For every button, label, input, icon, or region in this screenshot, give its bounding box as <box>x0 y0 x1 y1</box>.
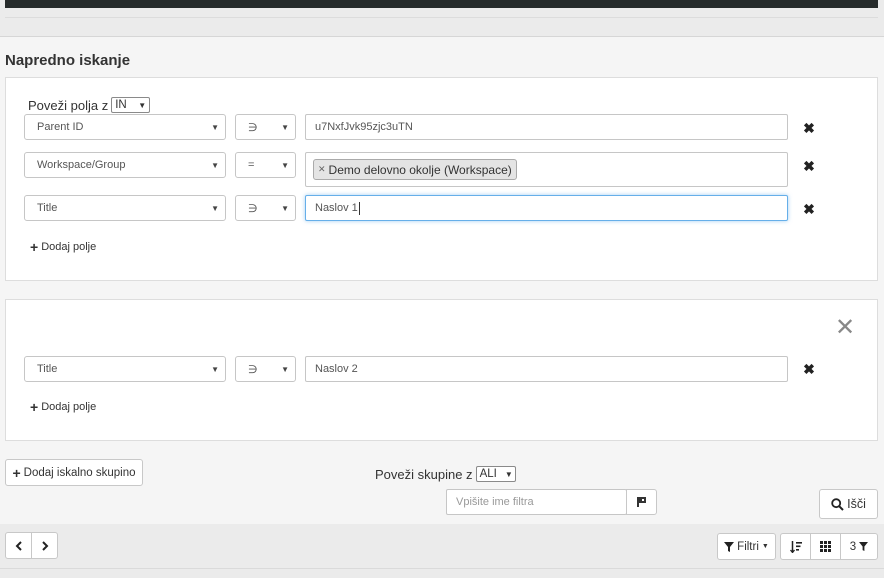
previous-page-button[interactable] <box>5 532 32 559</box>
caret-down-icon: ▼ <box>761 543 769 550</box>
caret-down-icon: ▼ <box>211 203 219 213</box>
field-select-parent-id[interactable]: Parent ID ▼ <box>24 114 226 140</box>
active-filters-button[interactable]: 3 <box>840 533 878 560</box>
grid-icon <box>820 541 831 552</box>
filter-count: 3 <box>849 540 857 553</box>
operator-select[interactable]: = ▼ <box>235 152 296 178</box>
caret-down-icon: ▼ <box>211 364 219 374</box>
selected-token: ✕ Demo delovno okolje (Workspace) <box>313 159 517 180</box>
connect-fields-label: Poveži polja z <box>28 97 109 113</box>
connect-groups-select[interactable]: ALI ▼ <box>475 466 516 482</box>
close-icon[interactable]: ✕ <box>835 316 855 340</box>
bottom-divider <box>0 568 884 569</box>
search-button[interactable]: Išči <box>819 489 878 519</box>
add-field-button[interactable]: + Dodaj polje <box>30 239 96 255</box>
search-icon <box>831 497 844 511</box>
caret-down-icon: ▼ <box>211 160 219 170</box>
field-select-title[interactable]: Title ▼ <box>24 195 226 221</box>
connect-fields-control: Poveži polja z IN ▼ <box>28 97 151 113</box>
connect-groups-control: Poveži skupine z ALI ▼ <box>375 466 516 482</box>
save-filter-button[interactable] <box>626 489 657 515</box>
filters-dropdown-button[interactable]: Filtri ▼ <box>717 533 776 560</box>
sort-button[interactable] <box>780 533 811 560</box>
remove-field-icon[interactable]: ✖ <box>803 202 815 216</box>
text-cursor <box>358 201 360 215</box>
grid-view-button[interactable] <box>810 533 841 560</box>
filter-icon <box>859 542 869 551</box>
add-field-button[interactable]: + Dodaj polje <box>30 399 96 415</box>
caret-down-icon: ▼ <box>211 122 219 132</box>
filter-name-input[interactable]: Vpišite ime filtra <box>446 489 627 515</box>
chevron-left-icon <box>15 540 22 551</box>
sort-icon <box>789 540 802 553</box>
remove-field-icon[interactable]: ✖ <box>803 121 815 135</box>
value-input[interactable]: Naslov 2 <box>305 356 788 382</box>
next-page-button[interactable] <box>31 532 58 559</box>
workspace-multiselect[interactable]: ✕ Demo delovno okolje (Workspace) <box>305 152 788 187</box>
caret-down-icon: ▼ <box>281 160 289 170</box>
save-flag-icon <box>636 497 646 507</box>
plus-icon: + <box>12 464 21 481</box>
caret-down-icon: ▼ <box>281 122 289 132</box>
title-value-input[interactable]: Naslov 1 <box>305 195 788 221</box>
add-search-group-button[interactable]: + Dodaj iskalno skupino <box>5 459 143 486</box>
plus-icon: + <box>30 399 39 415</box>
operator-select[interactable]: ∋ ▼ <box>235 356 296 382</box>
remove-field-icon[interactable]: ✖ <box>803 362 815 376</box>
top-bar <box>5 0 878 8</box>
top-divider <box>5 17 878 18</box>
connect-groups-label: Poveži skupine z <box>375 466 473 482</box>
chevron-right-icon <box>41 540 48 551</box>
remove-field-icon[interactable]: ✖ <box>803 159 815 173</box>
token-remove-icon[interactable]: ✕ <box>318 164 326 175</box>
connect-fields-select[interactable]: IN ▼ <box>111 97 151 113</box>
caret-down-icon: ▼ <box>504 469 513 479</box>
value-input[interactable]: u7NxfJvk95zjc3uTN <box>305 114 788 140</box>
page-title: Napredno iskanje <box>5 52 131 69</box>
operator-select[interactable]: ∋ ▼ <box>235 195 296 221</box>
caret-down-icon: ▼ <box>281 364 289 374</box>
field-select-workspace-group[interactable]: Workspace/Group ▼ <box>24 152 226 178</box>
operator-select[interactable]: ∋ ▼ <box>235 114 296 140</box>
caret-down-icon: ▼ <box>138 100 147 110</box>
caret-down-icon: ▼ <box>281 203 289 213</box>
field-select-title[interactable]: Title ▼ <box>24 356 226 382</box>
filter-icon <box>724 541 735 552</box>
plus-icon: + <box>30 239 39 255</box>
